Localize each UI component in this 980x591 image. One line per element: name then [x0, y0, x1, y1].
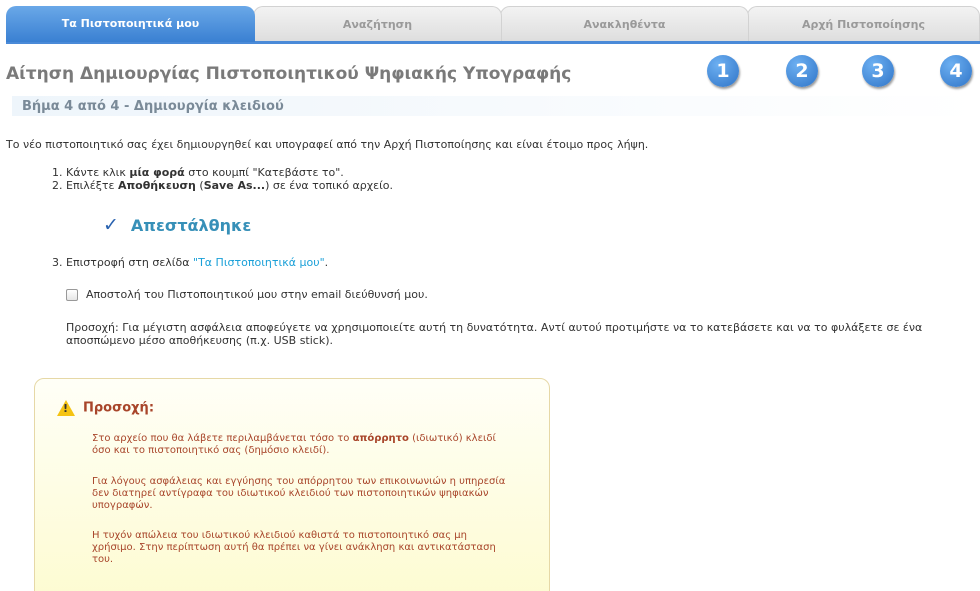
step-4-indicator: 4	[940, 55, 972, 87]
step-2-indicator: 2	[786, 55, 818, 87]
checkmark-icon: ✓	[103, 214, 119, 236]
tab-certificate-authority[interactable]: Αρχή Πιστοποίησης	[747, 6, 980, 42]
page-title: Αίτηση Δημιουργίας Πιστοποιητικού Ψηφιακ…	[6, 64, 572, 84]
warning-title: Προσοχή:	[83, 400, 155, 416]
warning-paragraph-3: Η τυχόν απώλεια του ιδιωτικού κλειδιού κ…	[92, 530, 496, 565]
instruction-step-1: 1. Κάντε κλικ μία φορά στο κουμπί "Κατεβ…	[52, 166, 344, 179]
tab-label: Ανακληθέντα	[583, 18, 666, 31]
tab-label: Αρχή Πιστοποίησης	[801, 18, 926, 31]
step-3-indicator: 3	[862, 55, 894, 87]
instruction-step-2: 2. Επιλέξτε Αποθήκευση (Save As...) σε έ…	[52, 179, 394, 192]
step-1-indicator: 1	[707, 55, 739, 87]
my-certificates-link[interactable]: "Τα Πιστοποιητικά μου"	[193, 256, 325, 269]
intro-text: Το νέο πιστοποιητικό σας έχει δημιουργηθ…	[6, 138, 649, 151]
warning-triangle-icon: !	[57, 400, 75, 416]
sent-label: Απεστάλθηκε	[130, 215, 252, 235]
warning-title-row: ! Προσοχή:	[57, 400, 154, 416]
step-header: Βήμα 4 από 4 - Δημιουργία κλειδιού	[22, 99, 284, 114]
main-tabs: Αρχή Πιστοποίησης Ανακληθέντα Αναζήτηση …	[6, 6, 980, 42]
email-option-label: Αποστολή του Πιστοποιητικού μου στην ema…	[86, 288, 428, 301]
email-certificate-checkbox[interactable]	[66, 289, 78, 301]
return-line: 3. Επιστροφή στη σελίδα "Τα Πιστοποιητικ…	[52, 256, 329, 269]
warning-paragraph-2: Για λόγους ασφάλειας και εγγύησης του απ…	[92, 476, 506, 511]
caution-text: Προσοχή: Για μέγιστη ασφάλεια αποφεύγετε…	[66, 321, 923, 347]
tab-label: Τα Πιστοποιητικά μου	[61, 17, 200, 30]
warning-paragraph-1: Στο αρχείο που θα λάβετε περιλαμβάνεται …	[92, 433, 496, 456]
sent-status: ✓ Απεστάλθηκε	[103, 214, 251, 236]
tab-search[interactable]: Αναζήτηση	[253, 6, 502, 42]
tab-revoked[interactable]: Ανακληθέντα	[500, 6, 749, 42]
instructions-list: 1. Κάντε κλικ μία φορά στο κουμπί "Κατεβ…	[52, 166, 393, 192]
email-option: Αποστολή του Πιστοποιητικού μου στην ema…	[66, 288, 428, 301]
tab-my-certificates[interactable]: Τα Πιστοποιητικά μου	[6, 6, 255, 42]
tab-label: Αναζήτηση	[342, 18, 413, 31]
